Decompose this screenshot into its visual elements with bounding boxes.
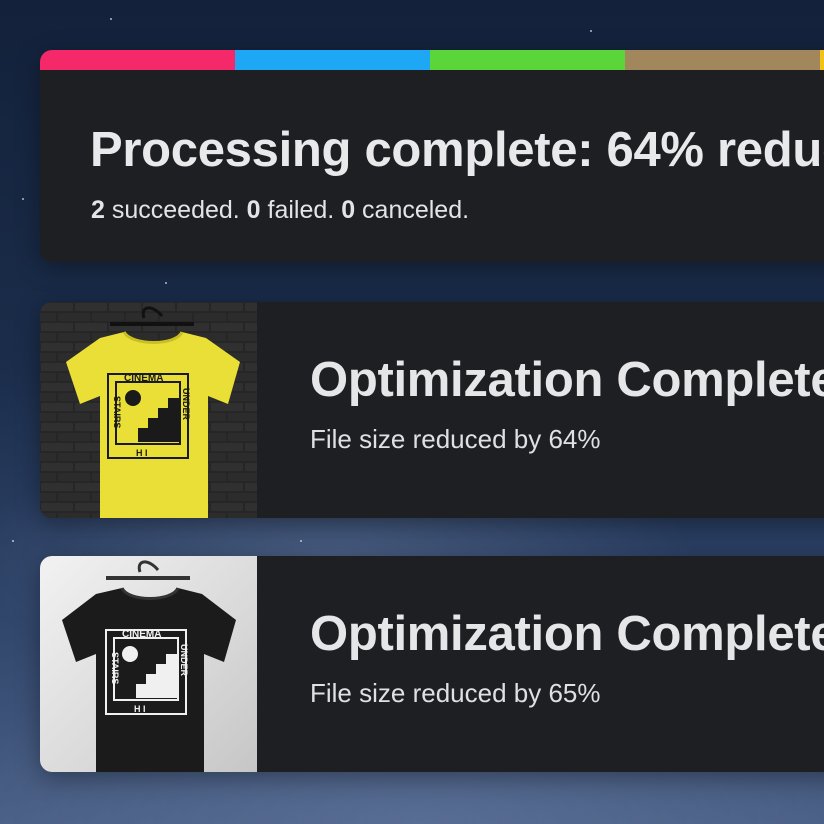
print-text-left: STAIRS: [112, 396, 122, 428]
print-text-bottom: H I: [134, 704, 146, 714]
print-text-right: UNDER: [179, 644, 189, 677]
result-card[interactable]: CINEMA STAIRS UNDER H I Optimization Com…: [40, 556, 824, 772]
succeeded-label: succeeded.: [104, 196, 247, 224]
succeeded-count: 2: [91, 196, 105, 224]
result-subtitle: File size reduced by 65%: [310, 678, 601, 708]
result-card[interactable]: CINEMA STAIRS UNDER H I Optimization Com…: [40, 302, 824, 518]
failed-label: failed.: [260, 196, 342, 224]
print-text-right: UNDER: [181, 388, 191, 421]
print-text-left: STAIRS: [110, 652, 120, 684]
color-bar-segment: [820, 50, 824, 70]
color-bar-segment: [40, 50, 235, 70]
result-subtitle: File size reduced by 64%: [310, 424, 601, 454]
black-tshirt-image: CINEMA STAIRS UNDER H I: [62, 560, 236, 772]
canceled-count: 0: [341, 196, 356, 224]
print-text-top: CINEMA: [124, 373, 163, 384]
failed-count: 0: [246, 196, 261, 224]
summary-title: Processing complete: 64% reduction: [90, 123, 824, 177]
summary-stats: 2 succeeded. 0 failed. 0 canceled.: [91, 196, 469, 225]
result-title: Optimization Complete: [310, 607, 824, 661]
image-thumbnail: CINEMA STAIRS UNDER H I: [40, 302, 257, 518]
print-text-bottom: H I: [136, 448, 148, 458]
color-bar-segment: [235, 50, 430, 70]
color-bar-segment: [625, 50, 820, 70]
result-title: Optimization Complete: [310, 353, 824, 407]
color-bar: [40, 50, 824, 70]
yellow-tshirt-image: CINEMA STAIRS UNDER H I: [40, 302, 257, 518]
color-bar-segment: [430, 50, 625, 70]
processing-summary-card: Processing complete: 64% reduction 2 suc…: [40, 50, 824, 262]
canceled-label: canceled.: [355, 196, 470, 224]
print-text-top: CINEMA: [122, 629, 161, 640]
image-thumbnail: CINEMA STAIRS UNDER H I: [40, 556, 257, 772]
